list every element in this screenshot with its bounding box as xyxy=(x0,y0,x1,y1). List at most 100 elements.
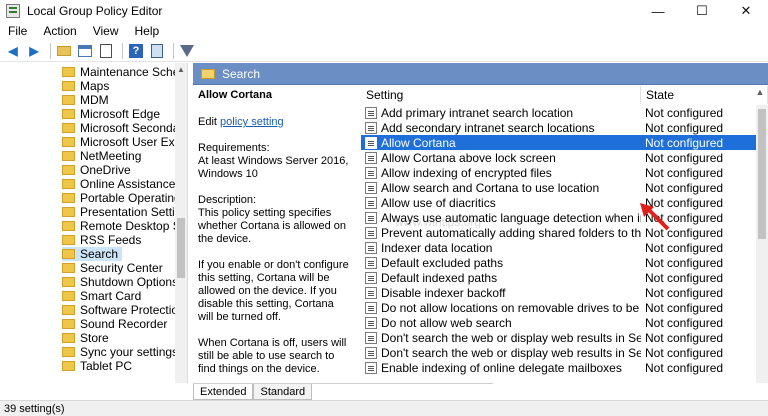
list-scroll-up-icon[interactable]: ▲ xyxy=(754,87,766,103)
table-row-allow-cortana[interactable]: Allow Cortana Not configured xyxy=(361,135,756,150)
tree-pane: Maintenance Schedule Maps MDM Microsoft … xyxy=(0,63,188,383)
tree-item[interactable]: Microsoft Secondary A xyxy=(62,121,187,135)
edit-line: Edit policy setting xyxy=(198,116,349,129)
policy-setting-icon xyxy=(365,331,377,344)
folder-icon xyxy=(62,81,75,91)
tree-item[interactable]: Shutdown Options xyxy=(62,275,178,289)
menu-help[interactable]: Help xyxy=(127,24,168,38)
properties-view-icon[interactable] xyxy=(148,42,166,60)
tree-item[interactable]: MDM xyxy=(62,93,109,107)
tree-item[interactable]: Sync your settings xyxy=(62,345,178,359)
tree-item[interactable]: Microsoft User Experier xyxy=(62,135,187,149)
tree-item[interactable]: Store xyxy=(62,331,109,345)
folder-icon xyxy=(62,263,75,273)
tree-item[interactable]: Maps xyxy=(62,79,109,93)
tree-item-search[interactable]: Search xyxy=(62,247,123,261)
list-scroll-thumb[interactable] xyxy=(758,109,766,239)
policy-setting-icon xyxy=(365,271,377,284)
column-header-setting[interactable]: Setting xyxy=(361,86,641,104)
policy-title: Allow Cortana xyxy=(198,89,272,101)
show-hide-tree-icon[interactable] xyxy=(76,42,94,60)
toolbar-separator xyxy=(173,42,174,59)
pane-header-title: Search xyxy=(222,66,261,81)
table-row[interactable]: Don't search the web or display web resu… xyxy=(361,330,756,345)
tree-item[interactable]: Software Protection Pla xyxy=(62,303,187,317)
folder-icon xyxy=(62,165,75,175)
watermark: www.wintips.org xyxy=(395,215,482,229)
table-row[interactable]: Allow indexing of encrypted files Not con… xyxy=(361,165,756,180)
table-row[interactable]: Indexer data location Not configured xyxy=(361,240,756,255)
scroll-up-arrow-icon[interactable]: ▲ xyxy=(177,65,185,74)
maximize-button[interactable]: ☐ xyxy=(680,0,724,22)
table-row[interactable]: Do not allow web search Not configured xyxy=(361,315,756,330)
policy-setting-link[interactable]: policy setting xyxy=(220,116,284,128)
folder-icon xyxy=(62,277,75,287)
table-row[interactable]: Do not allow locations on removable driv… xyxy=(361,300,756,315)
table-row[interactable]: Enable indexing of online delegate mailb… xyxy=(361,360,756,375)
toolbar-separator xyxy=(50,42,51,59)
policy-setting-icon xyxy=(365,316,377,329)
tree-scrollbar[interactable]: ▲ xyxy=(175,63,187,383)
folder-icon xyxy=(62,137,75,147)
folder-icon xyxy=(62,235,75,245)
folder-icon xyxy=(62,123,75,133)
tree-item[interactable]: Security Center xyxy=(62,261,163,275)
folder-icon xyxy=(62,361,75,371)
tree-scroll-thumb[interactable] xyxy=(177,218,185,278)
minimize-button[interactable]: — xyxy=(636,0,680,22)
tree-item[interactable]: Smart Card xyxy=(62,289,141,303)
requirements-block: Requirements: At least Windows Server 201… xyxy=(198,142,349,181)
table-row[interactable]: Add secondary intranet search locations N… xyxy=(361,120,756,135)
window-controls: — ☐ ✕ xyxy=(636,0,768,22)
export-list-icon[interactable] xyxy=(97,42,115,60)
folder-icon xyxy=(62,109,75,119)
folder-icon xyxy=(62,207,75,217)
filter-icon[interactable] xyxy=(178,42,196,60)
list-scrollbar[interactable] xyxy=(756,105,768,383)
back-arrow-icon[interactable]: ◀ xyxy=(4,42,22,60)
policy-setting-icon xyxy=(365,241,377,254)
policy-setting-icon xyxy=(365,181,377,194)
tree-item[interactable]: Presentation Settings xyxy=(62,205,187,219)
column-header-state[interactable]: State xyxy=(641,86,768,104)
toolbar-separator xyxy=(122,42,123,59)
table-row[interactable]: Allow use of diacritics Not configured xyxy=(361,195,756,210)
table-row[interactable]: Default indexed paths Not configured xyxy=(361,270,756,285)
tree-item[interactable]: OneDrive xyxy=(62,163,131,177)
close-button[interactable]: ✕ xyxy=(724,0,768,22)
policy-setting-icon xyxy=(365,151,377,164)
title-bar: Local Group Policy Editor — ☐ ✕ xyxy=(0,0,768,22)
folder-icon xyxy=(201,68,215,79)
tree-item[interactable]: Sound Recorder xyxy=(62,317,167,331)
table-row[interactable]: Allow Cortana above lock screen Not confi… xyxy=(361,150,756,165)
table-row[interactable]: Disable indexer backoff Not configured xyxy=(361,285,756,300)
folder-icon xyxy=(62,249,75,259)
folder-icon xyxy=(62,193,75,203)
table-row[interactable]: Allow search and Cortana to use location… xyxy=(361,180,756,195)
tree-item[interactable]: RSS Feeds xyxy=(62,233,141,247)
tab-standard[interactable]: Standard xyxy=(253,384,313,400)
tab-extended[interactable]: Extended xyxy=(193,384,254,400)
tree-item[interactable]: NetMeeting xyxy=(62,149,141,163)
table-row[interactable]: Add primary intranet search location Not … xyxy=(361,105,756,120)
table-row[interactable]: Don't search the web or display web resu… xyxy=(361,345,756,360)
menu-file[interactable]: File xyxy=(0,24,35,38)
up-folder-icon[interactable] xyxy=(55,42,73,60)
tree-item[interactable]: Portable Operating Sys xyxy=(62,191,187,205)
status-bar: 39 setting(s) xyxy=(0,400,768,416)
description-para-3: When Cortana is off, users will still be… xyxy=(198,337,347,375)
policy-setting-icon xyxy=(365,361,377,374)
tree-item[interactable]: Remote Desktop Servic xyxy=(62,219,187,233)
tree-item[interactable]: Maintenance Schedule xyxy=(62,65,187,79)
folder-icon xyxy=(62,151,75,161)
menu-action[interactable]: Action xyxy=(35,24,84,38)
tree-item[interactable]: Online Assistance xyxy=(62,177,175,191)
forward-arrow-icon[interactable]: ▶ xyxy=(25,42,43,60)
tree-item[interactable]: Tablet PC xyxy=(62,359,132,373)
policy-setting-icon xyxy=(365,226,377,239)
help-icon[interactable]: ? xyxy=(127,42,145,60)
tree-item[interactable]: Microsoft Edge xyxy=(62,107,160,121)
table-row[interactable]: Default excluded paths Not configured xyxy=(361,255,756,270)
menu-view[interactable]: View xyxy=(85,24,127,38)
policy-setting-icon xyxy=(365,211,377,224)
